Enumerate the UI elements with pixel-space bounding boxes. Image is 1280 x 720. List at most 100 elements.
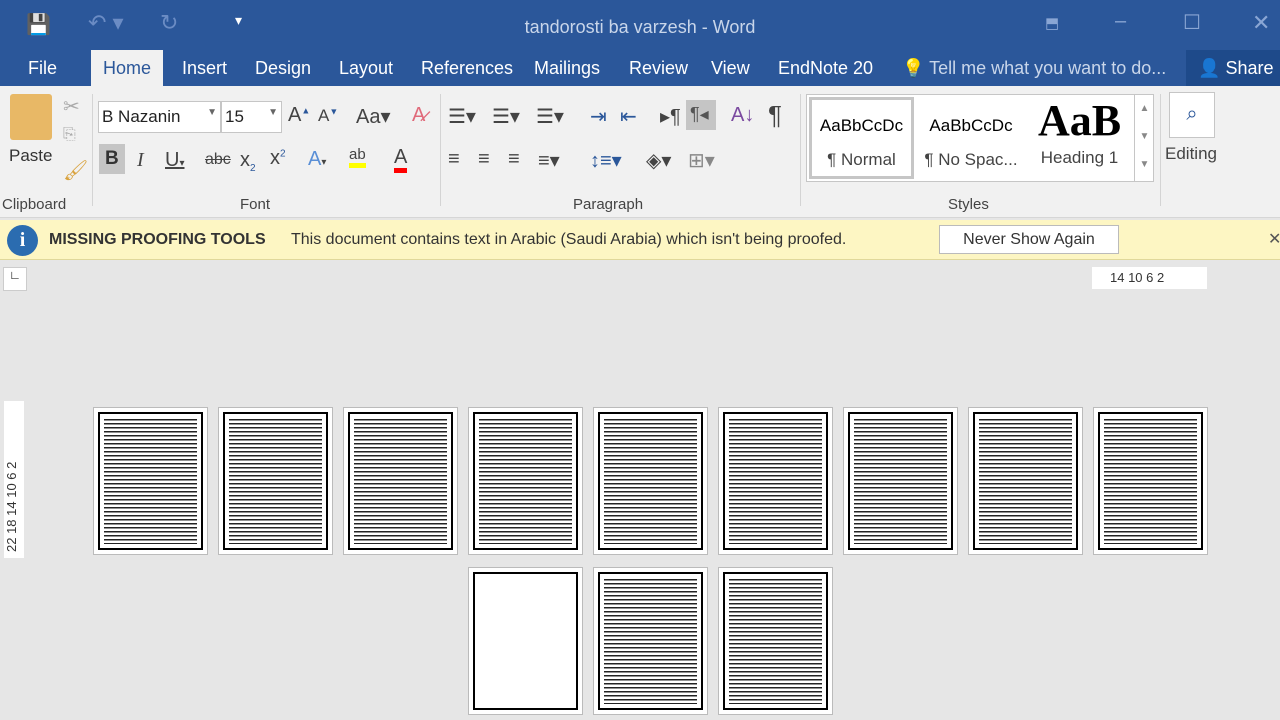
- tab-review[interactable]: Review: [629, 58, 688, 79]
- superscript-button[interactable]: x2: [270, 147, 286, 170]
- show-formatting-icon[interactable]: ¶: [768, 100, 782, 131]
- align-center-icon[interactable]: ≡: [478, 148, 490, 171]
- justify-icon[interactable]: ≡▾: [538, 148, 560, 173]
- underline-button[interactable]: U▾: [165, 149, 184, 172]
- page-content: [473, 572, 578, 710]
- font-size-value: 15: [225, 107, 244, 126]
- borders-icon[interactable]: ⊞▾: [688, 148, 715, 173]
- tab-insert[interactable]: Insert: [182, 58, 227, 79]
- page-thumbnail[interactable]: [218, 407, 333, 555]
- multilevel-list-icon[interactable]: ☰▾: [536, 104, 564, 129]
- bold-button[interactable]: B: [99, 144, 125, 174]
- sort-icon[interactable]: A↓: [731, 104, 754, 127]
- shading-icon[interactable]: ◈▾: [646, 148, 671, 173]
- lightbulb-icon: 💡: [902, 58, 925, 78]
- page-thumbnail[interactable]: [593, 407, 708, 555]
- style-no-spacing[interactable]: AaBbCcDc ¶ No Spac...: [917, 97, 1025, 179]
- minimize-button[interactable]: –: [1115, 10, 1126, 33]
- increase-indent-icon[interactable]: ⇤: [620, 104, 637, 129]
- numbering-icon[interactable]: ☰▾: [492, 104, 520, 129]
- subscript-button[interactable]: x2: [240, 149, 256, 174]
- font-name-dropdown[interactable]: B Nazanin ▼: [98, 101, 221, 133]
- editing-button[interactable]: Editing: [1165, 144, 1217, 164]
- font-name-value: B Nazanin: [102, 107, 181, 126]
- clipboard-group-label: Clipboard: [2, 196, 67, 213]
- share-label: Share: [1225, 58, 1274, 78]
- page-thumbnail[interactable]: [718, 407, 833, 555]
- ltr-direction-icon[interactable]: ▸¶: [660, 104, 681, 129]
- tell-me-text: Tell me what you want to do...: [929, 58, 1167, 78]
- page-content: [848, 412, 953, 550]
- message-text: This document contains text in Arabic (S…: [291, 231, 847, 248]
- tell-me-search[interactable]: 💡 Tell me what you want to do...: [902, 58, 1166, 79]
- ribbon-display-icon[interactable]: ⬒: [1045, 14, 1059, 32]
- never-show-again-button[interactable]: Never Show Again: [939, 225, 1119, 254]
- change-case-button[interactable]: Aa▾: [356, 104, 391, 129]
- person-add-icon: 👤: [1198, 58, 1221, 78]
- page-thumbnail[interactable]: [968, 407, 1083, 555]
- text-effects-icon[interactable]: A▾: [308, 148, 326, 171]
- line-spacing-icon[interactable]: ↕≡▾: [590, 148, 622, 173]
- italic-button[interactable]: I: [137, 149, 144, 172]
- shrink-font-icon[interactable]: A▼: [318, 106, 338, 126]
- share-button[interactable]: 👤 Share: [1186, 50, 1280, 86]
- paragraph-group-label: Paragraph: [573, 196, 644, 213]
- tab-design[interactable]: Design: [255, 58, 311, 79]
- ribbon-tabs: File Home Insert Design Layout Reference…: [0, 50, 1280, 86]
- page-content: [723, 572, 828, 710]
- paste-icon[interactable]: [10, 94, 52, 140]
- bullets-icon[interactable]: ☰▾: [448, 104, 476, 129]
- message-bar: i MISSING PROOFING TOOLS This document c…: [0, 220, 1280, 260]
- align-left-icon[interactable]: ≡: [448, 148, 460, 171]
- ribbon: Paste ✂ ⎘ 🖌 Clipboard B Nazanin ▼ 15 ▼ A▲ …: [0, 86, 1280, 218]
- copy-icon[interactable]: ⎘: [63, 126, 76, 144]
- tab-selector[interactable]: ∟: [3, 267, 27, 291]
- cut-icon[interactable]: ✂: [63, 94, 80, 119]
- close-button[interactable]: ✕: [1252, 10, 1270, 36]
- font-color-icon[interactable]: A: [394, 146, 408, 173]
- tab-mailings[interactable]: Mailings: [534, 58, 600, 79]
- vertical-ruler[interactable]: 22 18 14 10 6 2: [4, 401, 24, 558]
- decrease-indent-icon[interactable]: ⇥: [590, 104, 607, 129]
- tab-endnote[interactable]: EndNote 20: [778, 58, 873, 79]
- style-normal[interactable]: AaBbCcDc ¶ Normal: [809, 97, 914, 179]
- strikethrough-button[interactable]: abc: [205, 151, 231, 169]
- tab-layout[interactable]: Layout: [339, 58, 393, 79]
- font-size-dropdown[interactable]: 15 ▼: [221, 101, 282, 133]
- maximize-button[interactable]: ☐: [1183, 10, 1201, 35]
- page-thumbnail[interactable]: [468, 407, 583, 555]
- page-thumbnail[interactable]: [593, 567, 708, 715]
- page-content: [723, 412, 828, 550]
- page-thumbnail[interactable]: [843, 407, 958, 555]
- font-group-label: Font: [240, 196, 271, 213]
- styles-scroll[interactable]: ▲ ▼ ▼: [1134, 95, 1154, 181]
- rtl-direction-button[interactable]: ¶◂: [686, 100, 716, 130]
- page-content: [223, 412, 328, 550]
- format-painter-icon[interactable]: 🖌: [63, 158, 88, 183]
- horizontal-ruler[interactable]: 14 10 6 2: [1092, 267, 1207, 289]
- info-icon: i: [7, 225, 38, 256]
- grow-font-icon[interactable]: A▲: [288, 104, 310, 127]
- page-content: [973, 412, 1078, 550]
- tab-references[interactable]: References: [421, 58, 513, 79]
- page-content: [473, 412, 578, 550]
- tab-home[interactable]: Home: [91, 50, 164, 86]
- close-message-icon[interactable]: ✕: [1268, 229, 1280, 249]
- style-heading-1[interactable]: AaB Heading 1: [1027, 96, 1132, 179]
- clear-formatting-icon[interactable]: A̷: [412, 104, 425, 127]
- page-content: [598, 572, 703, 710]
- tab-view[interactable]: View: [711, 58, 750, 79]
- title-bar: 💾 ↶ ▾ ↻ ▾ tandorosti ba varzesh - Word ⬒…: [0, 0, 1280, 50]
- paste-button[interactable]: Paste: [9, 146, 52, 166]
- page-thumbnail[interactable]: [1093, 407, 1208, 555]
- page-thumbnail[interactable]: [718, 567, 833, 715]
- page-thumbnail[interactable]: [93, 407, 208, 555]
- page-thumbnail[interactable]: [468, 567, 583, 715]
- find-icon[interactable]: ⌕: [1169, 92, 1215, 138]
- styles-group-label: Styles: [948, 196, 989, 213]
- styles-gallery: AaBbCcDc ¶ Normal AaBbCcDc ¶ No Spac... Aa…: [806, 94, 1154, 182]
- align-right-icon[interactable]: ≡: [508, 148, 520, 171]
- highlight-color-icon[interactable]: ab: [349, 146, 366, 168]
- page-thumbnail[interactable]: [343, 407, 458, 555]
- tab-file[interactable]: File: [28, 58, 57, 79]
